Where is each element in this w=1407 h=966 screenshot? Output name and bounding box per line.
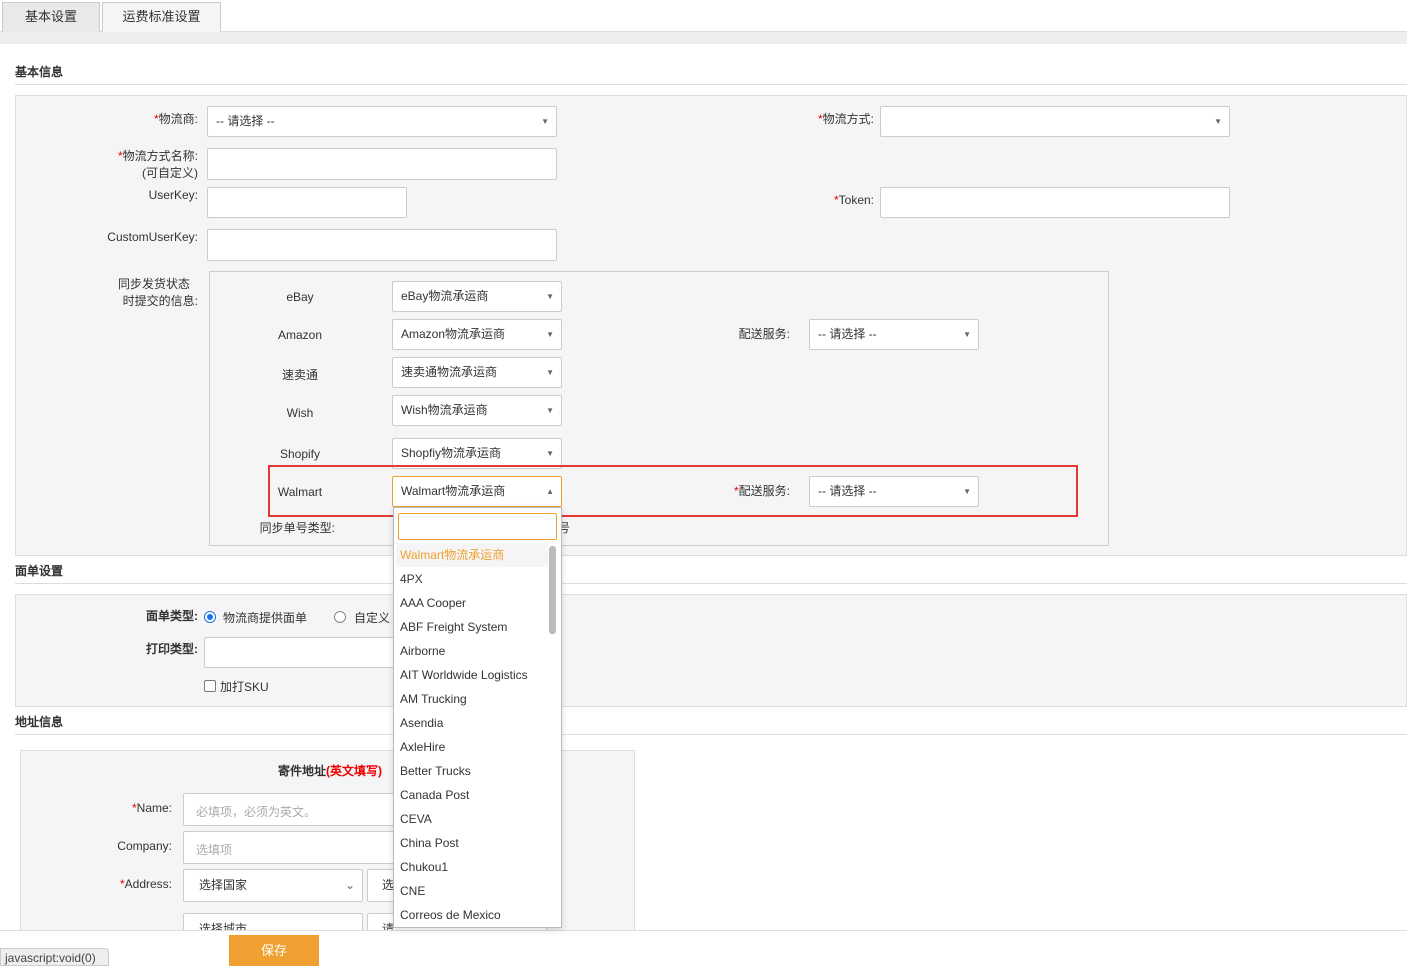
dropdown-search-input[interactable] <box>398 513 557 540</box>
dropdown-option[interactable]: ABF Freight System <box>396 615 548 639</box>
sender-name-input[interactable]: 必填项，必须为英文。 <box>183 793 413 826</box>
dropdown-option[interactable]: Airborne <box>396 639 548 663</box>
sync-number-type-label: 同步单号类型: <box>259 521 335 535</box>
amazon-service-select[interactable]: -- 请选择 -- ▼ <box>809 319 979 350</box>
carrier-select[interactable]: -- 请选择 -- ▼ <box>207 106 557 137</box>
platform-ebay-carrier-select[interactable]: eBay物流承运商 ▼ <box>392 281 562 312</box>
dropdown-option[interactable]: Better Trucks <box>396 759 548 783</box>
platform-aliexpress-label: 速卖通 <box>281 368 318 382</box>
dropdown-options-list: Walmart物流承运商 4PX AAA Cooper ABF Freight Sys… <box>396 543 548 927</box>
dropdown-option[interactable]: 4PX <box>396 567 548 591</box>
add-sku-checkbox[interactable] <box>204 680 216 692</box>
dropdown-option[interactable]: Walmart物流承运商 <box>396 543 548 567</box>
carrier-dropdown: Walmart物流承运商 4PX AAA Cooper ABF Freight Sys… <box>393 507 562 928</box>
footer-bar <box>0 930 1407 966</box>
token-input[interactable] <box>880 187 1230 218</box>
chevron-up-icon: ▲ <box>546 487 554 496</box>
customuserkey-label: CustomUserKey: <box>107 230 198 244</box>
chevron-down-icon: ▼ <box>541 117 549 126</box>
customuserkey-input[interactable] <box>207 229 557 261</box>
userkey-label: UserKey: <box>148 188 198 202</box>
section-title-address: 地址信息 <box>15 715 64 729</box>
method-select[interactable]: ▼ <box>880 106 1230 137</box>
platform-amazon-label: Amazon <box>277 328 323 342</box>
dropdown-option[interactable]: China Post <box>396 831 548 855</box>
token-label: *Token: <box>833 193 874 207</box>
chevron-down-icon: ▼ <box>546 368 554 377</box>
amazon-service-label: 配送服务: <box>738 327 790 341</box>
chevron-down-icon: ▼ <box>963 487 971 496</box>
dropdown-option[interactable]: CNE <box>396 879 548 903</box>
tab-basic-settings[interactable]: 基本设置 <box>2 2 100 32</box>
dropdown-option[interactable]: AIT Worldwide Logistics <box>396 663 548 687</box>
chevron-down-icon: ▼ <box>546 406 554 415</box>
status-url: javascript:void(0) <box>0 948 109 966</box>
sender-address-label: *Address: <box>119 877 172 891</box>
section-divider <box>15 734 1407 735</box>
platform-wish-carrier-select[interactable]: Wish物流承运商 ▼ <box>392 395 562 426</box>
waybill-option-custom: 自定义 <box>354 611 391 625</box>
sync-info-label-line2: 时提交的信息: <box>122 294 198 308</box>
sender-company-label: Company: <box>117 839 172 853</box>
country-select[interactable]: 选择国家 ⌄ <box>183 869 363 902</box>
method-name-input[interactable] <box>207 148 557 180</box>
sender-address-title: 寄件地址(英文填写) <box>278 764 383 778</box>
method-label: *物流方式: <box>817 112 874 126</box>
chevron-down-icon: ▼ <box>1214 117 1222 126</box>
dropdown-option[interactable]: AM Trucking <box>396 687 548 711</box>
tab-content-strip <box>0 32 1407 44</box>
method-name-note: (可自定义) <box>142 166 198 180</box>
waybill-option-carrier: 物流商提供面单 <box>223 611 308 625</box>
section-divider <box>15 583 1407 584</box>
section-title-waybill: 面单设置 <box>15 564 64 578</box>
dropdown-option[interactable]: Asendia <box>396 711 548 735</box>
chevron-down-icon: ▼ <box>546 292 554 301</box>
chevron-down-icon: ▼ <box>963 330 971 339</box>
dropdown-option[interactable]: Correos de Mexico <box>396 903 548 927</box>
radio-carrier-waybill[interactable] <box>204 611 216 623</box>
add-sku-label: 加打SKU <box>220 680 269 694</box>
waybill-type-label: 面单类型: <box>146 609 198 623</box>
platform-walmart-carrier-select[interactable]: Walmart物流承运商 ▲ <box>392 476 562 507</box>
chevron-down-icon: ▼ <box>546 449 554 458</box>
userkey-input[interactable] <box>207 187 407 218</box>
dropdown-option[interactable]: AAA Cooper <box>396 591 548 615</box>
platform-wish-label: Wish <box>286 406 314 420</box>
platform-amazon-carrier-select[interactable]: Amazon物流承运商 ▼ <box>392 319 562 350</box>
dropdown-scrollbar[interactable] <box>549 546 556 634</box>
dropdown-option[interactable]: CEVA <box>396 807 548 831</box>
section-title-basic-info: 基本信息 <box>15 65 64 79</box>
platform-aliexpress-carrier-select[interactable]: 速卖通物流承运商 ▼ <box>392 357 562 388</box>
section-divider <box>15 84 1407 85</box>
sender-company-input[interactable]: 选填项 <box>183 831 413 864</box>
platform-ebay-label: eBay <box>286 290 314 304</box>
sender-name-label: *Name: <box>131 801 172 815</box>
tab-shipping-rate-settings[interactable]: 运费标准设置 <box>102 2 221 32</box>
platform-shopify-label: Shopify <box>279 447 321 461</box>
method-name-label: *物流方式名称: <box>117 149 198 163</box>
radio-custom-waybill[interactable] <box>334 611 346 623</box>
print-type-select[interactable] <box>204 637 404 668</box>
chevron-down-icon: ⌄ <box>344 878 355 892</box>
walmart-service-label: *配送服务: <box>733 484 790 498</box>
sync-info-label-line1: 同步发货状态 <box>117 277 190 291</box>
carrier-label: *物流商: <box>153 112 198 126</box>
dropdown-option[interactable]: Chukou1 <box>396 855 548 879</box>
dropdown-option[interactable]: Canada Post <box>396 783 548 807</box>
chevron-down-icon: ▼ <box>546 330 554 339</box>
print-type-label: 打印类型: <box>146 642 198 656</box>
dropdown-option[interactable]: AxleHire <box>396 735 548 759</box>
walmart-service-select[interactable]: -- 请选择 -- ▼ <box>809 476 979 507</box>
save-button[interactable]: 保存 <box>229 935 319 966</box>
platform-walmart-label: Walmart <box>277 485 323 499</box>
